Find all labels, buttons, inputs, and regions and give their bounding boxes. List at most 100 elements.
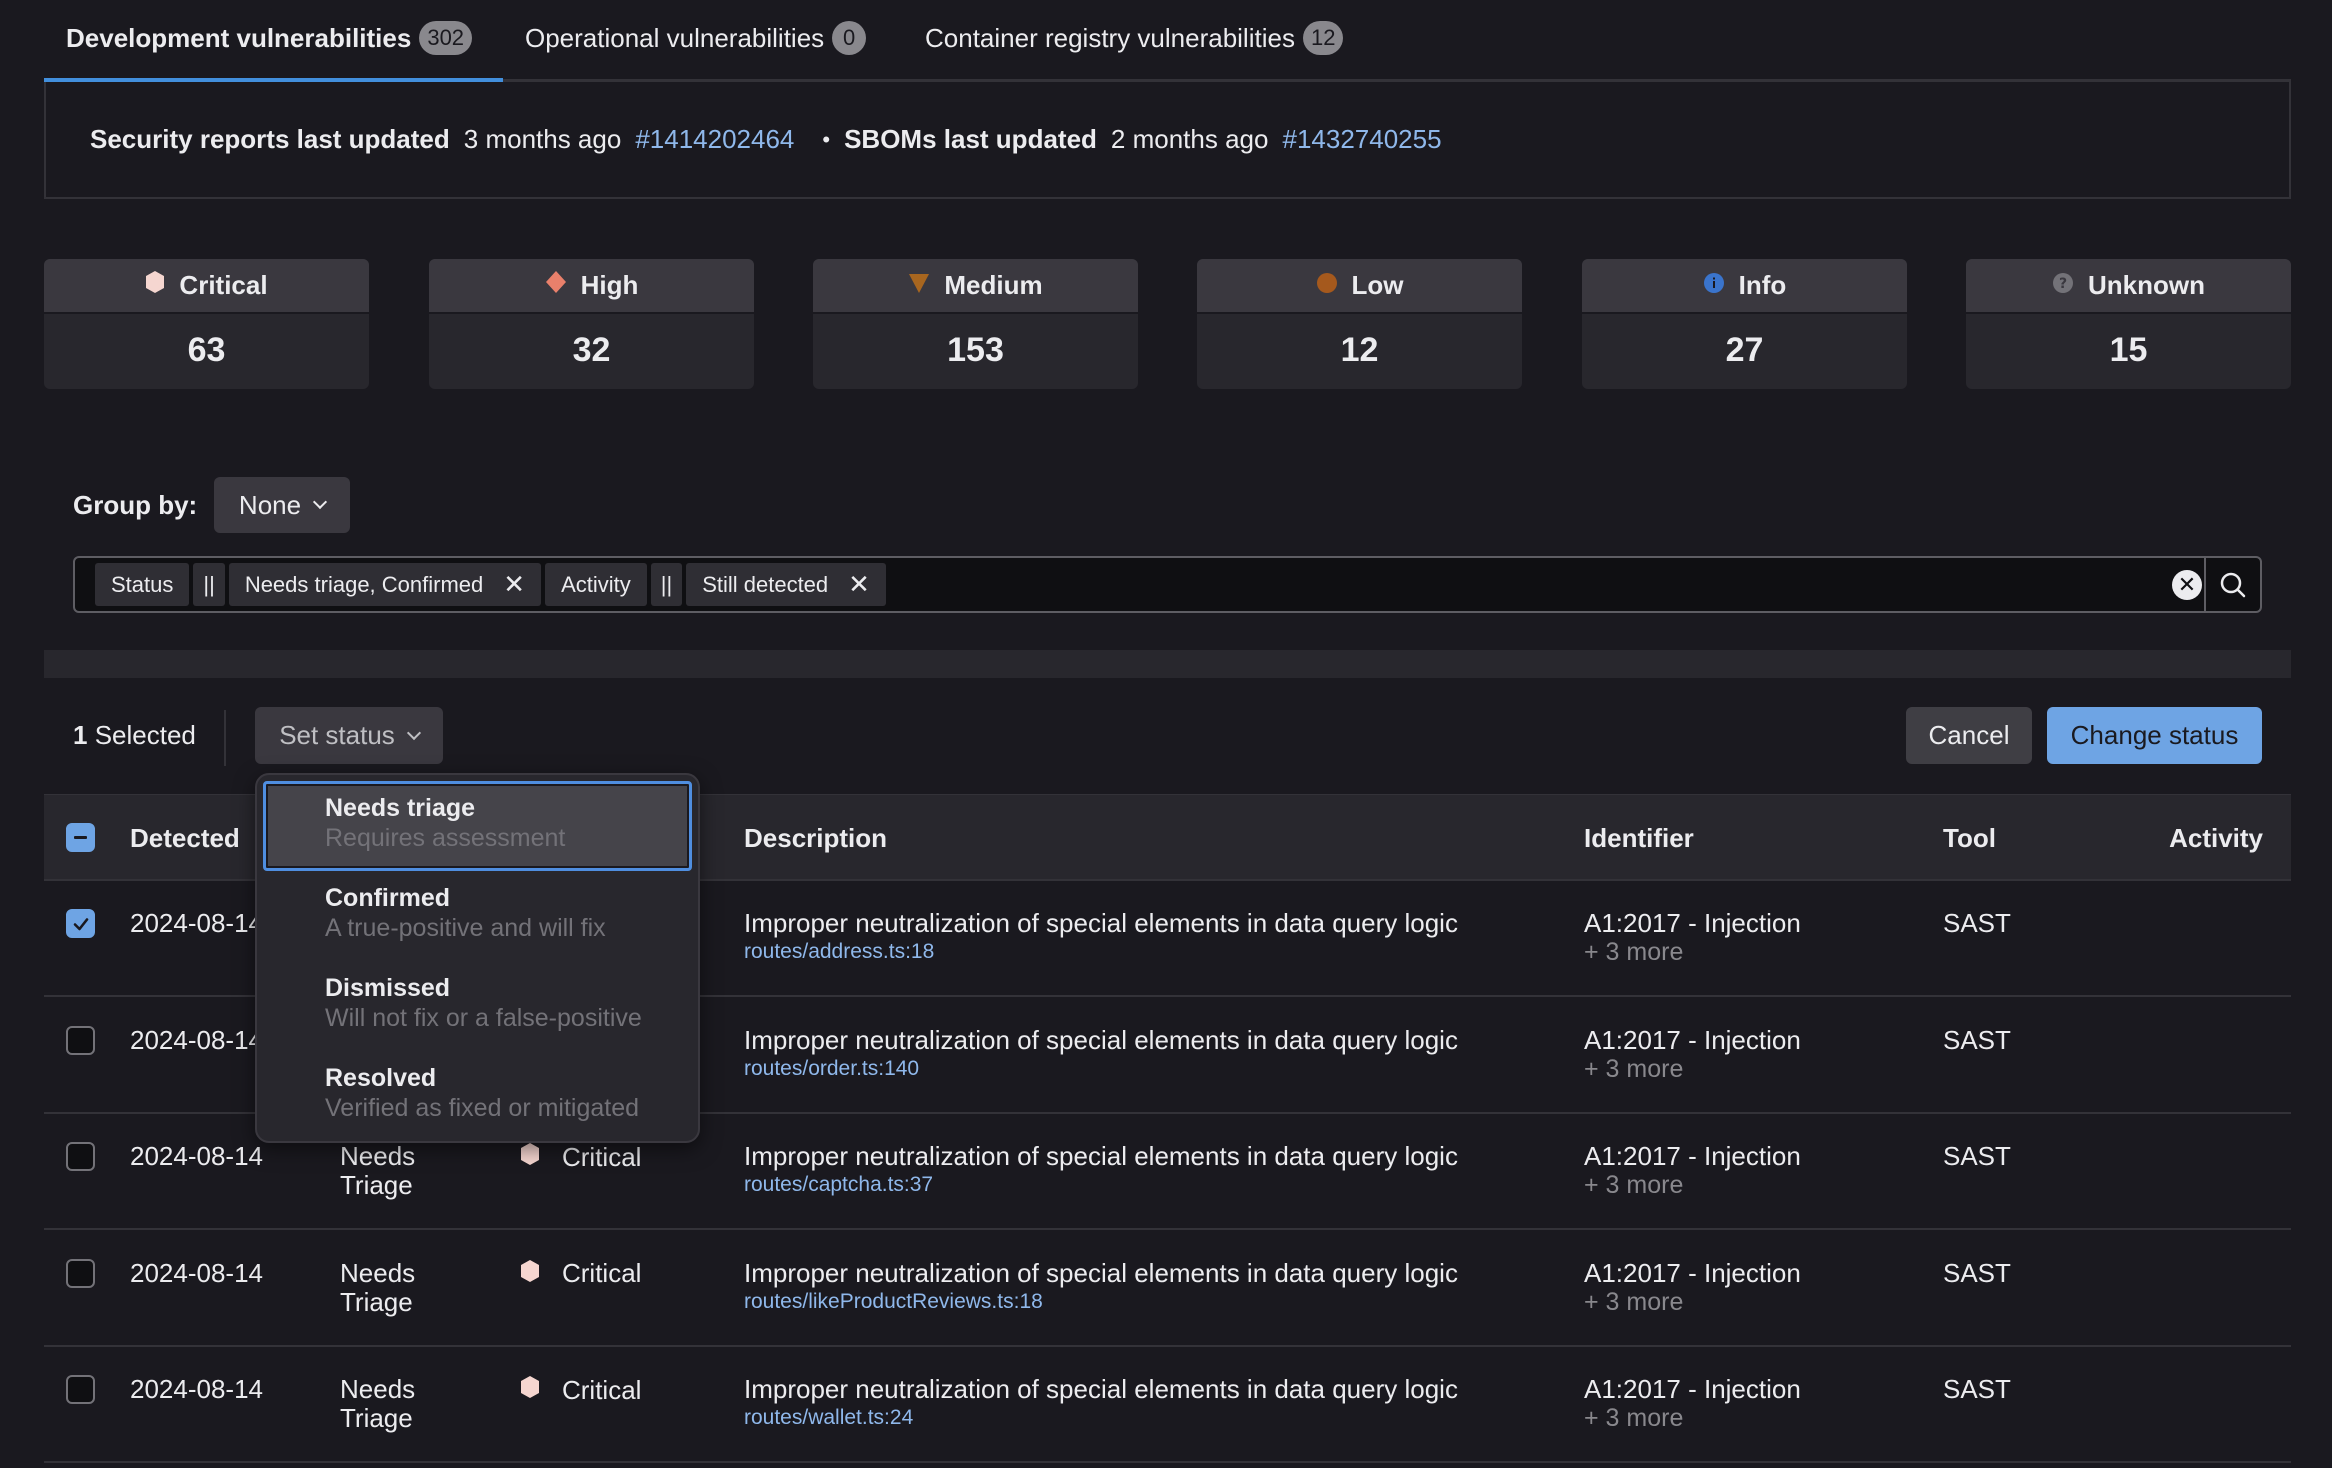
tab-count-badge: 302 [419,21,473,55]
row-checkbox[interactable] [66,1258,95,1288]
status-option-resolved[interactable]: Resolved Verified as fixed or mitigated [263,1051,692,1141]
description-text[interactable]: Improper neutralization of special eleme… [744,1375,1458,1404]
tool-text: SAST [1943,1257,2011,1288]
set-status-menu: Needs triage Requires assessment Confirm… [255,773,700,1143]
severity-card-medium[interactable]: Medium 153 [813,259,1138,389]
identifier-cell: A1:2017 - Injection + 3 more [1584,1025,1801,1083]
row-checkbox[interactable] [66,1142,95,1171]
status-option-needs-triage[interactable]: Needs triage Requires assessment [263,781,692,871]
critical-hexagon-icon [520,1375,540,1405]
identifier-text: A1:2017 - Injection [1584,1257,1801,1288]
file-location-link[interactable]: routes/likeProductReviews.ts:18 [744,1288,1458,1316]
identifier-text: A1:2017 - Injection [1584,1374,1801,1404]
filter-search-bar[interactable]: Status || Needs triage, Confirmed ✕ Acti… [73,556,2262,613]
option-description: Requires assessment [325,824,566,852]
filter-token-operator[interactable]: || [193,563,225,606]
description-text[interactable]: Improper neutralization of special eleme… [744,1258,1458,1288]
high-diamond-icon [545,270,567,301]
checkmark-icon [73,917,88,930]
severity-count: 12 [1340,331,1379,369]
severity-label: High [580,270,639,300]
filter-token-value[interactable]: Needs triage, Confirmed ✕ [228,563,542,606]
row-checkbox[interactable] [66,1025,95,1055]
severity-label: Info [1738,270,1787,300]
identifier-more: + 3 more [1584,1171,1684,1199]
select-all-checkbox[interactable] [66,823,95,852]
identifier-text: A1:2017 - Injection [1584,1141,1801,1171]
filter-token-field[interactable]: Status [95,563,190,606]
table-row[interactable]: 2024-08-14 Needs Triage Critical Improper n… [44,1231,2291,1347]
filter-value-text: Needs triage, Confirmed [244,571,484,597]
remove-filter-icon[interactable]: ✕ [503,569,525,600]
identifier-more: + 3 more [1584,1054,1684,1083]
description-text[interactable]: Improper neutralization of special eleme… [744,1025,1458,1055]
filter-token-value[interactable]: Still detected ✕ [686,563,886,606]
file-location-link[interactable]: routes/order.ts:140 [744,1055,1458,1083]
severity-card-unknown[interactable]: ? Unknown 15 [1966,259,2291,389]
filter-token-operator[interactable]: || [650,563,683,606]
identifier-text: A1:2017 - Injection [1584,908,1801,938]
tab-label: Container registry vulnerabilities [925,22,1295,53]
security-reports-time: 3 months ago [463,124,622,154]
tab-development-vulnerabilities[interactable]: Development vulnerabilities 302 [66,20,473,56]
search-button[interactable] [2204,558,2260,611]
description-text[interactable]: Improper neutralization of special eleme… [744,1142,1458,1171]
severity-card-high[interactable]: High 32 [429,259,754,389]
column-detected[interactable]: Detected [130,823,240,854]
tab-count-badge: 0 [832,21,867,55]
tab-container-registry-vulnerabilities[interactable]: Container registry vulnerabilities 12 [925,20,1344,56]
vulnerability-tabs: Development vulnerabilities 302 Operatio… [44,0,2291,82]
detected-date: 2024-08-14 [130,1374,263,1404]
selected-count-label: Selected [94,720,196,750]
search-icon [2220,572,2246,597]
remove-filter-icon[interactable]: ✕ [848,569,870,600]
identifier-cell: A1:2017 - Injection + 3 more [1584,1374,1801,1433]
group-by-dropdown[interactable]: None [214,477,350,533]
description-text[interactable]: Improper neutralization of special eleme… [744,909,1458,938]
critical-hexagon-icon [145,270,165,301]
row-checkbox[interactable] [66,1375,95,1404]
set-status-dropdown[interactable]: Set status [255,707,443,764]
tab-label: Operational vulnerabilities [525,22,825,53]
option-title: Dismissed [325,974,451,1002]
table-row[interactable]: 2024-08-14 Needs Triage Critical Improper n… [44,1347,2291,1463]
tab-operational-vulnerabilities[interactable]: Operational vulnerabilities 0 [525,20,867,56]
severity-label: Medium [944,270,1043,300]
severity-card-low[interactable]: Low 12 [1197,259,1522,389]
critical-hexagon-icon [520,1259,540,1289]
selection-divider [224,710,226,766]
group-by-label: Group by: [73,490,198,520]
identifier-more: + 3 more [1584,1404,1684,1432]
row-checkbox[interactable] [66,909,95,938]
cancel-button[interactable]: Cancel [1906,707,2032,764]
security-pipeline-link[interactable]: #1414202464 [635,124,794,155]
sbom-label: SBOMs last updated [844,124,1097,154]
clear-filters-icon[interactable]: ✕ [2172,570,2202,600]
set-status-label: Set status [279,720,395,750]
change-status-button[interactable]: Change status [2047,707,2262,764]
severity-card-info[interactable]: Info 27 [1582,259,1907,389]
selected-count: 1 Selected [73,720,196,751]
description-cell: Improper neutralization of special eleme… [744,1025,1458,1083]
status-option-confirmed[interactable]: Confirmed A true-positive and will fix [263,871,692,961]
identifier-cell: A1:2017 - Injection + 3 more [1584,1141,1801,1200]
severity-card-critical[interactable]: Critical 63 [44,259,369,389]
column-description[interactable]: Description [744,823,887,854]
status-text: Needs Triage [340,1374,416,1433]
column-tool[interactable]: Tool [1943,823,1996,854]
report-update-info: Security reports last updated 3 months a… [44,82,2291,199]
status-option-dismissed[interactable]: Dismissed Will not fix or a false-positi… [263,961,692,1051]
column-identifier[interactable]: Identifier [1584,823,1694,854]
tool-text: SAST [1943,1024,2011,1055]
column-activity[interactable]: Activity [2169,823,2263,854]
status-text: Needs Triage [340,1257,416,1317]
file-location-link[interactable]: routes/captcha.ts:37 [744,1171,1458,1199]
description-cell: Improper neutralization of special eleme… [744,909,1458,966]
file-location-link[interactable]: routes/wallet.ts:24 [744,1404,1458,1432]
sbom-pipeline-link[interactable]: #1432740255 [1282,124,1441,155]
file-location-link[interactable]: routes/address.ts:18 [744,938,1458,966]
description-cell: Improper neutralization of special eleme… [744,1375,1458,1432]
separator-dot: • [822,126,831,152]
identifier-cell: A1:2017 - Injection + 3 more [1584,908,1801,967]
filter-token-field[interactable]: Activity [545,563,647,606]
